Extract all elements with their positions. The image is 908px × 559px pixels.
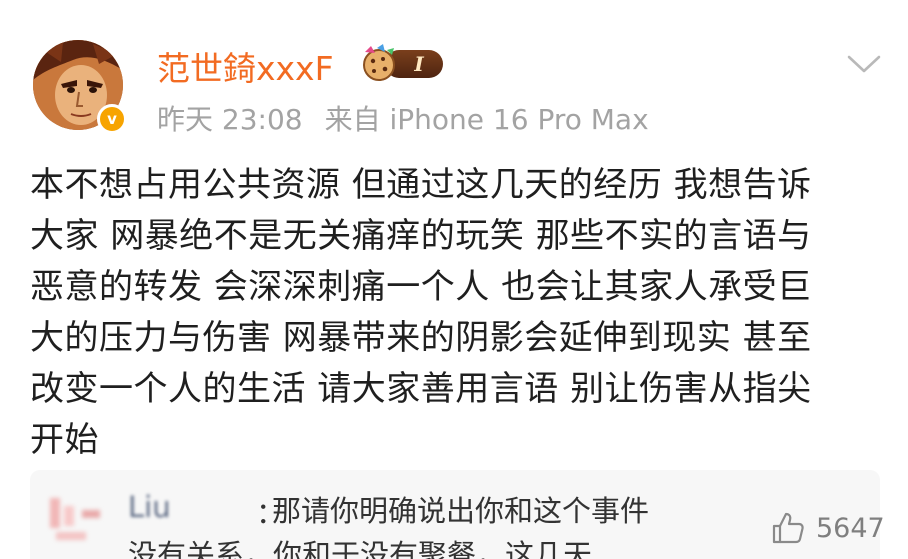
verified-badge-icon: v [97, 104, 127, 134]
comment-author[interactable]: Liu [128, 490, 171, 524]
post-time: 昨天 23:08 [157, 103, 303, 136]
comment-text-line2: 没有关系，你和于没有聚餐，这几天... [128, 538, 620, 559]
post-meta: 昨天 23:08 来自 iPhone 16 Pro Max [157, 98, 671, 138]
avatar-container[interactable]: v [33, 40, 129, 136]
post-content: 本不想占用公共资源 但通过这几天的经历 我想告诉 大家 网暴绝不是无关痛痒的玩笑… [30, 165, 812, 460]
cookie-icon [363, 44, 395, 81]
thumbs-up-icon [772, 512, 804, 544]
post-source: 来自 iPhone 16 Pro Max [324, 103, 649, 136]
like-count: 5647 [816, 512, 885, 544]
username[interactable]: 范世錡xxxF [157, 42, 334, 90]
comment-avatar-icon [50, 498, 100, 540]
level-badge[interactable]: I [355, 44, 447, 82]
like-button[interactable]: 5647 [770, 508, 885, 548]
comment-text-line1: 那请你明确说出你和这个事件 [272, 494, 650, 528]
weibo-post: v 范世錡xxxF I 昨天 23:08 来自 iPhone 16 Pro Max… [0, 0, 908, 559]
chevron-down-icon[interactable] [846, 52, 882, 76]
comment-card[interactable]: Liu ： 那请你明确说出你和这个事件 没有关系，你和于没有聚餐，这几天... … [30, 470, 885, 559]
